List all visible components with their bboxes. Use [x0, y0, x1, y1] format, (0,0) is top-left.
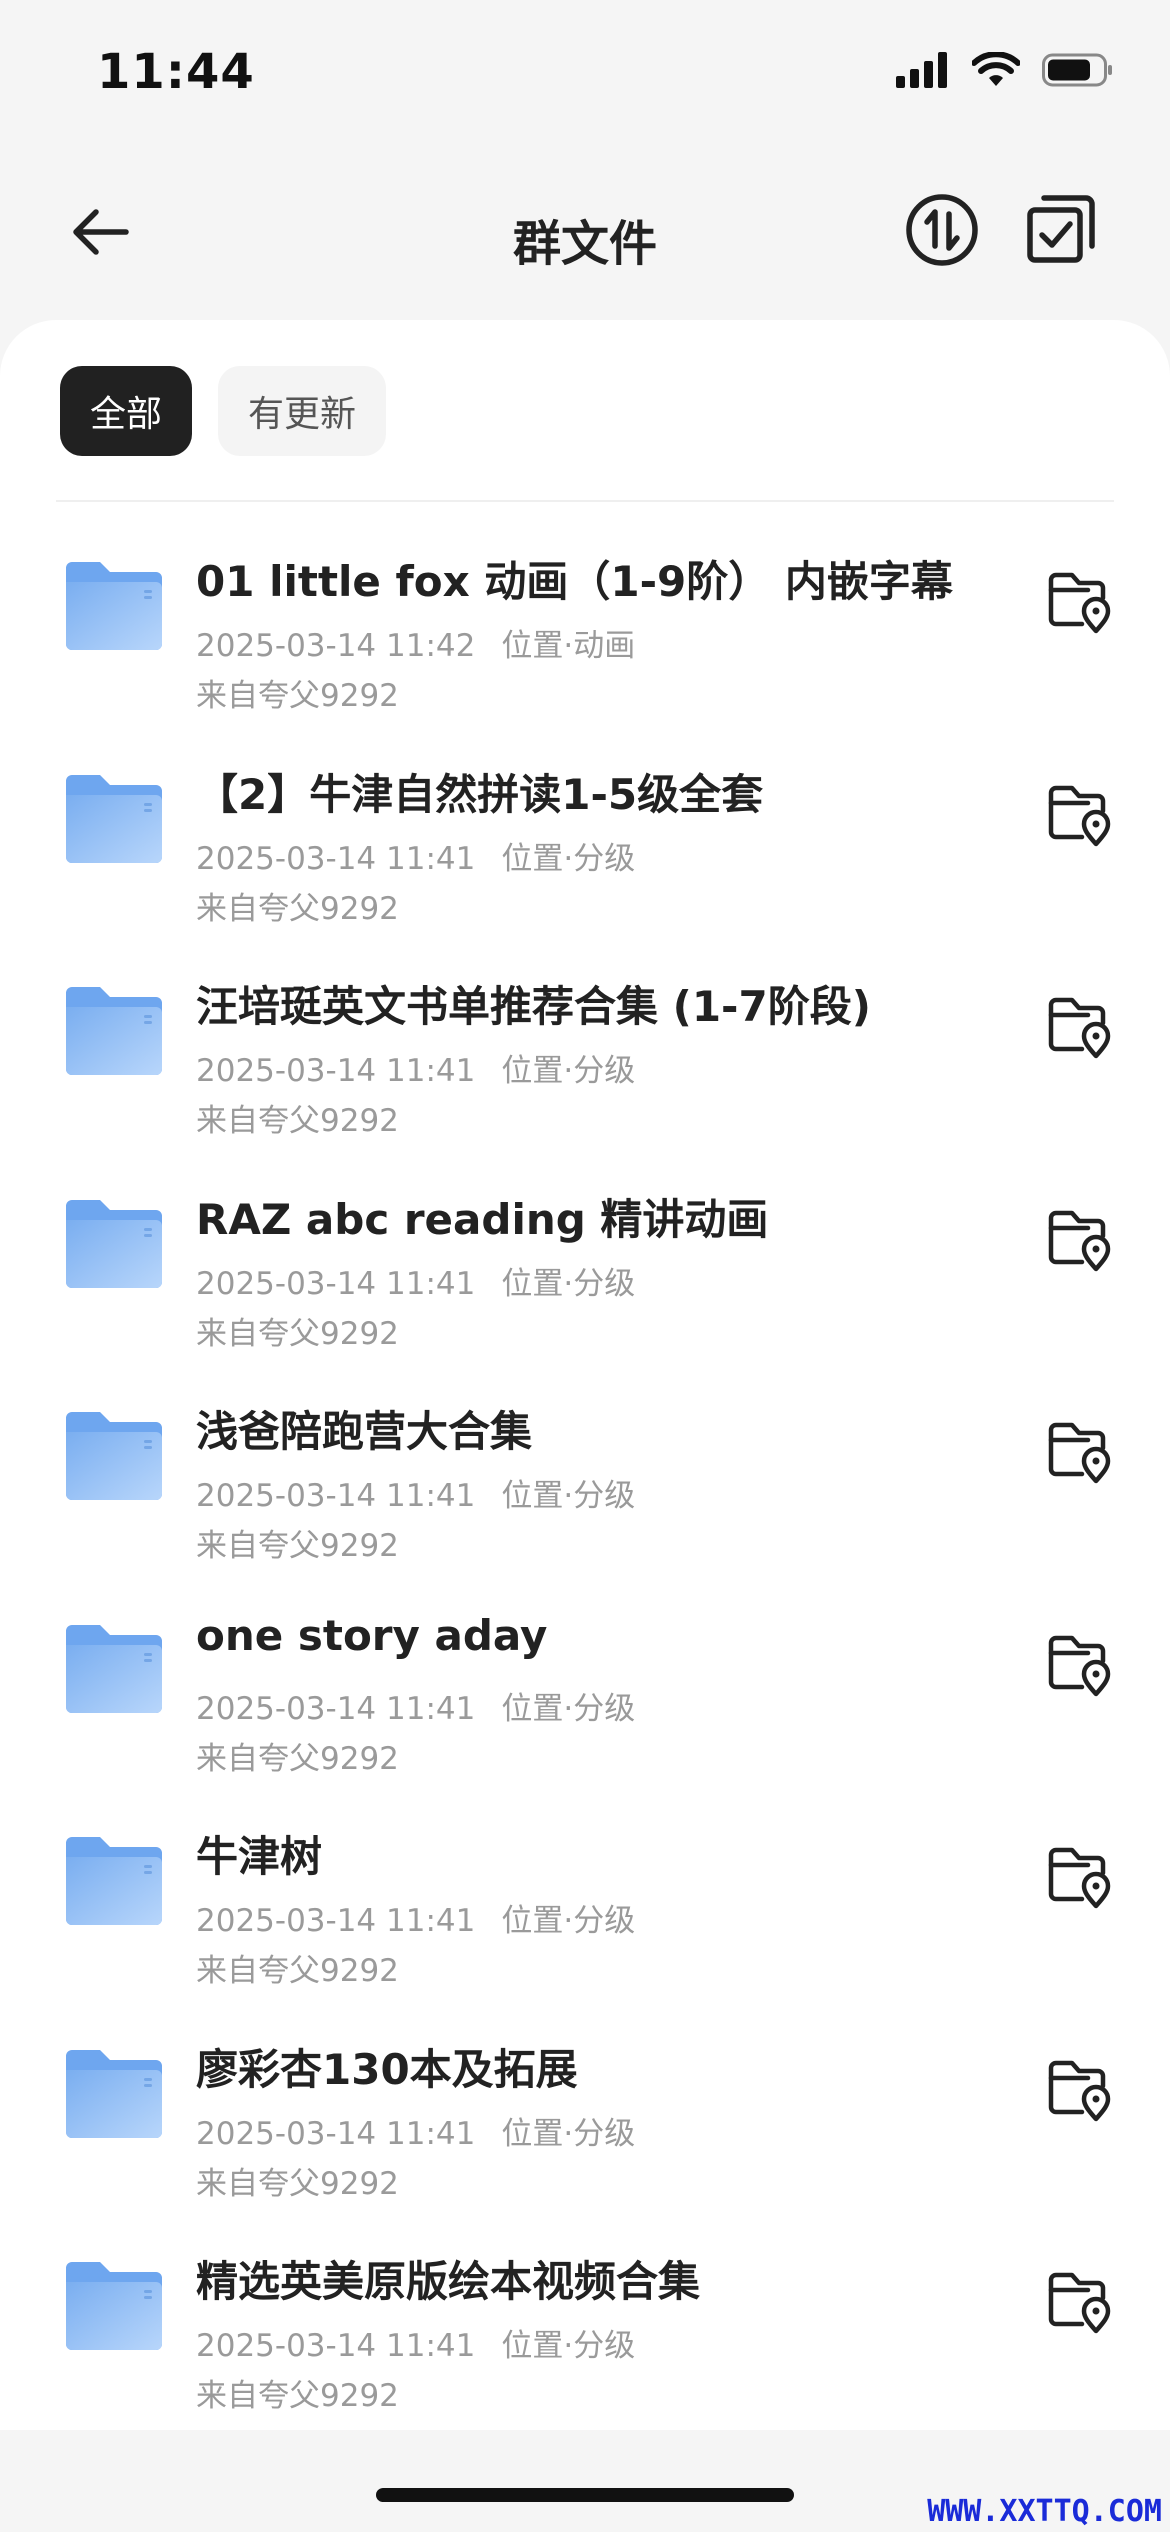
folder-location-icon[interactable] — [1048, 570, 1112, 634]
folder-time: 2025-03-14 11:41 — [196, 1690, 476, 1727]
folder-location-icon[interactable] — [1048, 995, 1112, 1059]
folder-icon — [66, 562, 162, 650]
filter-updated[interactable]: 有更新 — [218, 366, 387, 456]
folder-meta: 2025-03-14 11:41 位置·分级 — [196, 1258, 635, 1303]
folder-from: 来自夸父9292 — [196, 1953, 399, 1989]
sort-arrows-icon — [906, 194, 978, 266]
folder-title: 【2】牛津自然拼读1-5级全套 — [196, 769, 764, 819]
folder-row[interactable]: 【2】牛津自然拼读1-5级全套 2025-03-14 11:41 位置·分级 来自… — [0, 719, 1170, 932]
multi-select-icon — [1027, 195, 1095, 263]
folder-title: 01 little fox 动画（1-9阶） 内嵌字幕 — [196, 557, 953, 606]
folder-from: 来自夸父9292 — [196, 1103, 399, 1139]
folder-meta: 2025-03-14 11:41 位置·分级 — [196, 2320, 635, 2365]
multi-select-button[interactable] — [1024, 192, 1100, 268]
folder-location-icon[interactable] — [1048, 1845, 1112, 1909]
cellular-signal-icon — [896, 52, 947, 88]
folder-from: 来自夸父9292 — [196, 890, 399, 927]
folder-from: 来自夸父9292 — [196, 1528, 399, 1564]
folder-title: 精选英美原版绘本视频合集 — [196, 2257, 701, 2306]
file-list-card: 全部 有更新 01 little fox 动画（1-9阶） 内嵌字幕 2025-… — [0, 320, 1170, 2430]
folder-meta: 2025-03-14 11:41 位置·分级 — [196, 1045, 635, 1090]
folder-time: 2025-03-14 11:41 — [196, 1053, 476, 1089]
filter-tabs: 全部 有更新 — [60, 366, 387, 456]
folder-row[interactable]: 牛津树 2025-03-14 11:41 位置·分级 来自夸父9292 — [0, 1781, 1170, 1994]
folder-location: 位置·分级 — [501, 1690, 636, 1727]
page-title: 群文件 — [512, 216, 657, 272]
folder-meta: 2025-03-14 11:41 位置·分级 — [196, 1683, 635, 1728]
folder-icon — [66, 1837, 162, 1925]
folder-location-icon[interactable] — [1048, 1208, 1112, 1272]
wifi-icon — [972, 52, 1020, 86]
folder-meta: 2025-03-14 11:42 位置·动画 — [196, 620, 635, 665]
folder-time: 2025-03-14 11:41 — [196, 1903, 476, 1939]
sort-button[interactable] — [904, 192, 980, 268]
folder-title: one story aday — [196, 1610, 548, 1660]
folder-time: 2025-03-14 11:41 — [196, 2328, 476, 2364]
folder-icon — [66, 2049, 162, 2138]
folder-icon — [66, 987, 162, 1075]
folder-from: 来自夸父9292 — [196, 1315, 399, 1352]
folder-meta: 2025-03-14 11:41 位置·分级 — [196, 1470, 635, 1515]
folder-location-icon[interactable] — [1048, 2270, 1112, 2334]
folder-meta: 2025-03-14 11:41 位置·分级 — [196, 2108, 635, 2153]
status-time: 11:44 — [97, 44, 255, 100]
folder-row[interactable]: 浅爸陪跑营大合集 2025-03-14 11:41 位置·分级 来自夸父9292 — [0, 1356, 1170, 1569]
battery-icon — [1042, 53, 1112, 87]
folder-time: 2025-03-14 11:41 — [196, 840, 476, 877]
folder-location: 位置·分级 — [501, 1478, 636, 1514]
folder-row[interactable]: RAZ abc reading 精讲动画 2025-03-14 11:41 位置·… — [0, 1144, 1170, 1357]
folder-location: 位置·分级 — [501, 2115, 636, 2152]
folder-meta: 2025-03-14 11:41 位置·分级 — [196, 1895, 635, 1940]
folder-from: 来自夸父9292 — [196, 2378, 399, 2414]
folder-title: 廖彩杏130本及拓展 — [196, 2044, 578, 2094]
folder-time: 2025-03-14 11:42 — [196, 628, 476, 664]
folder-title: RAZ abc reading 精讲动画 — [196, 1194, 769, 1244]
folder-time: 2025-03-14 11:41 — [196, 2115, 476, 2152]
status-icons — [896, 52, 1114, 88]
folder-icon — [66, 1412, 162, 1500]
folder-meta: 2025-03-14 11:41 位置·分级 — [196, 833, 635, 878]
folder-title: 牛津树 — [196, 1832, 323, 1881]
folder-from: 来自夸父9292 — [196, 1740, 399, 1777]
folder-row[interactable]: 汪培珽英文书单推荐合集 (1-7阶段) 2025-03-14 11:41 位置·分… — [0, 931, 1170, 1144]
folder-row[interactable]: 廖彩杏130本及拓展 2025-03-14 11:41 位置·分级 来自夸父929… — [0, 1994, 1170, 2207]
folder-location-icon[interactable] — [1048, 1420, 1112, 1484]
folder-icon — [66, 1624, 162, 1713]
watermark: WWW.XXTTQ.COM — [927, 2494, 1162, 2529]
filter-all[interactable]: 全部 — [60, 366, 193, 456]
folder-location: 位置·分级 — [501, 1903, 636, 1939]
folder-location: 位置·分级 — [501, 2328, 636, 2364]
folder-title: 浅爸陪跑营大合集 — [196, 1407, 533, 1456]
folder-location: 位置·分级 — [501, 1265, 636, 1302]
folder-icon — [66, 774, 162, 863]
folder-time: 2025-03-14 11:41 — [196, 1265, 476, 1302]
folder-location-icon[interactable] — [1048, 2058, 1112, 2122]
folder-icon — [66, 2262, 162, 2350]
folder-from: 来自夸父9292 — [196, 2165, 399, 2202]
folder-row[interactable]: one story aday 2025-03-14 11:41 位置·分级 来自夸… — [0, 1569, 1170, 1782]
status-bar: 11:44 — [0, 0, 1170, 150]
nav-bar: 群文件 — [0, 170, 1170, 290]
folder-time: 2025-03-14 11:41 — [196, 1478, 476, 1514]
divider — [56, 500, 1114, 502]
folder-row[interactable]: 01 little fox 动画（1-9阶） 内嵌字幕 2025-03-14 1… — [0, 506, 1170, 719]
folder-row[interactable]: 精选英美原版绘本视频合集 2025-03-14 11:41 位置·分级 来自夸父9… — [0, 2206, 1170, 2419]
folder-list: 01 little fox 动画（1-9阶） 内嵌字幕 2025-03-14 1… — [0, 506, 1170, 2419]
folder-location: 位置·分级 — [501, 1053, 636, 1089]
folder-from: 来自夸父9292 — [196, 678, 399, 714]
folder-icon — [66, 1199, 162, 1288]
folder-location-icon[interactable] — [1048, 1633, 1112, 1697]
folder-location-icon[interactable] — [1048, 783, 1112, 847]
home-indicator — [376, 2488, 794, 2502]
folder-title: 汪培珽英文书单推荐合集 (1-7阶段) — [196, 982, 871, 1031]
folder-location: 位置·动画 — [501, 628, 636, 664]
folder-location: 位置·分级 — [501, 840, 636, 877]
